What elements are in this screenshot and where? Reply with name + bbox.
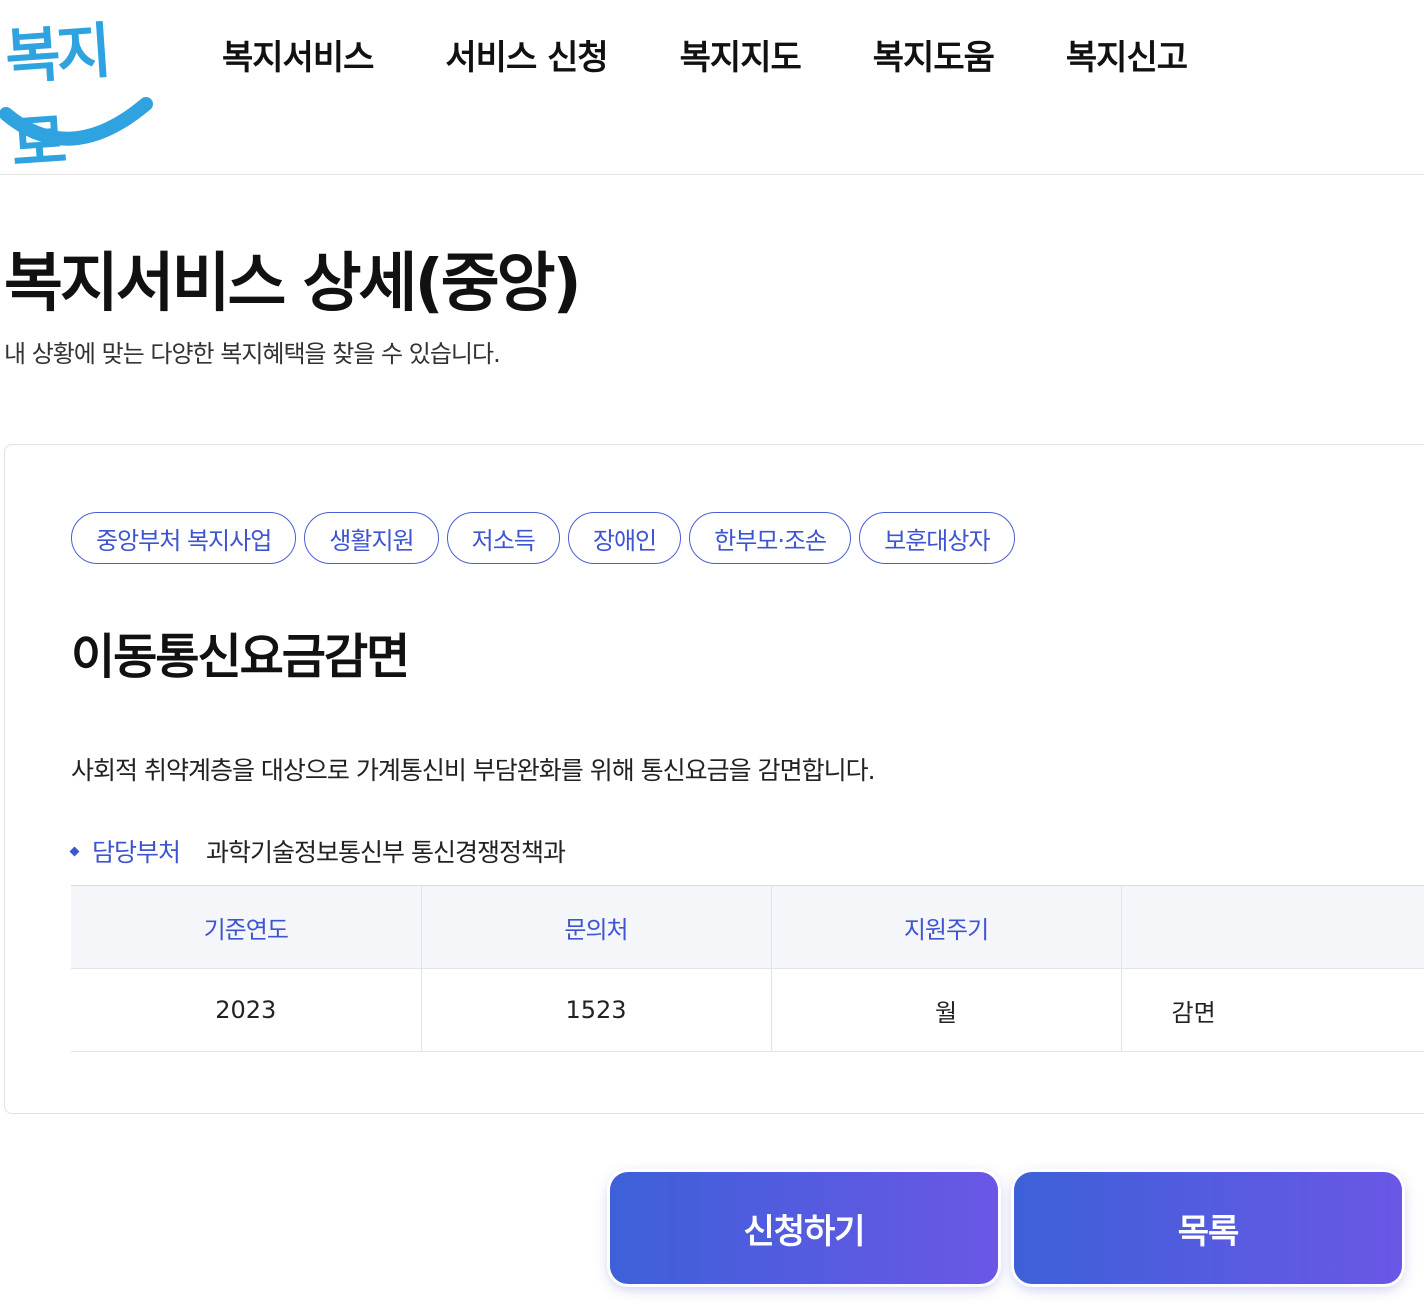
nav-item-welfare-report[interactable]: 복지신고 bbox=[1066, 30, 1188, 79]
cell-contact: 1523 bbox=[421, 968, 772, 1052]
cell-base-year: 2023 bbox=[71, 968, 422, 1052]
department-row: 담당부처 과학기술정보통신부 통신경쟁정책과 bbox=[69, 833, 566, 869]
apply-button[interactable]: 신청하기 bbox=[610, 1172, 998, 1284]
department-value: 과학기술정보통신부 통신경쟁정책과 bbox=[206, 838, 566, 867]
tag-low-income[interactable]: 저소득 bbox=[446, 512, 560, 564]
header-contact: 문의처 bbox=[421, 885, 772, 969]
nav-item-welfare-services[interactable]: 복지서비스 bbox=[222, 30, 374, 79]
table-row: 2023 1523 월 감면 bbox=[71, 968, 1424, 1052]
cell-support-cycle: 월 bbox=[771, 968, 1122, 1052]
tag-single-parent[interactable]: 한부모·조손 bbox=[689, 512, 852, 564]
cell-support-type: 감면 bbox=[1121, 968, 1424, 1052]
nav-item-welfare-map[interactable]: 복지지도 bbox=[680, 30, 802, 79]
diamond-bullet-icon bbox=[69, 846, 80, 856]
service-detail-card: 중앙부처 복지사업 생활지원 저소득 장애인 한부모·조손 보훈대상자 이동통신… bbox=[4, 444, 1424, 1114]
table-header-row: 기준연도 문의처 지원주기 bbox=[71, 885, 1424, 969]
nav-item-service-application[interactable]: 서비스 신청 bbox=[445, 30, 608, 79]
header-base-year: 기준연도 bbox=[71, 885, 422, 969]
tag-central-ministry[interactable]: 중앙부처 복지사업 bbox=[71, 512, 297, 564]
department-label: 담당부처 bbox=[92, 838, 181, 867]
service-info-table: 기준연도 문의처 지원주기 2023 1523 월 감면 bbox=[71, 885, 1424, 1052]
site-header: 복지로 복지서비스 서비스 신청 복지지도 복지도움 복지신고 bbox=[0, 0, 1424, 180]
service-tags: 중앙부처 복지사업 생활지원 저소득 장애인 한부모·조손 보훈대상자 bbox=[71, 512, 1023, 564]
service-title: 이동통신요금감면 bbox=[71, 629, 410, 685]
main-nav: 복지서비스 서비스 신청 복지지도 복지도움 복지신고 bbox=[222, 30, 1259, 79]
tag-living-support[interactable]: 생활지원 bbox=[304, 512, 439, 564]
header-support-cycle: 지원주기 bbox=[771, 885, 1122, 969]
page-subtitle: 내 상황에 맞는 다양한 복지혜택을 찾을 수 있습니다. bbox=[4, 340, 501, 368]
page-title: 복지서비스 상세(중앙) bbox=[4, 247, 582, 321]
tag-veterans[interactable]: 보훈대상자 bbox=[859, 512, 1015, 564]
list-button[interactable]: 목록 bbox=[1014, 1172, 1402, 1284]
header-support-type bbox=[1121, 885, 1424, 969]
tag-disabled[interactable]: 장애인 bbox=[567, 512, 682, 564]
logo-smile-icon bbox=[0, 97, 153, 146]
site-logo[interactable]: 복지로 bbox=[0, 4, 160, 180]
nav-item-welfare-help[interactable]: 복지도움 bbox=[873, 30, 995, 79]
service-description: 사회적 취약계층을 대상으로 가계통신비 부담완화를 위해 통신요금을 감면합니… bbox=[71, 756, 876, 785]
